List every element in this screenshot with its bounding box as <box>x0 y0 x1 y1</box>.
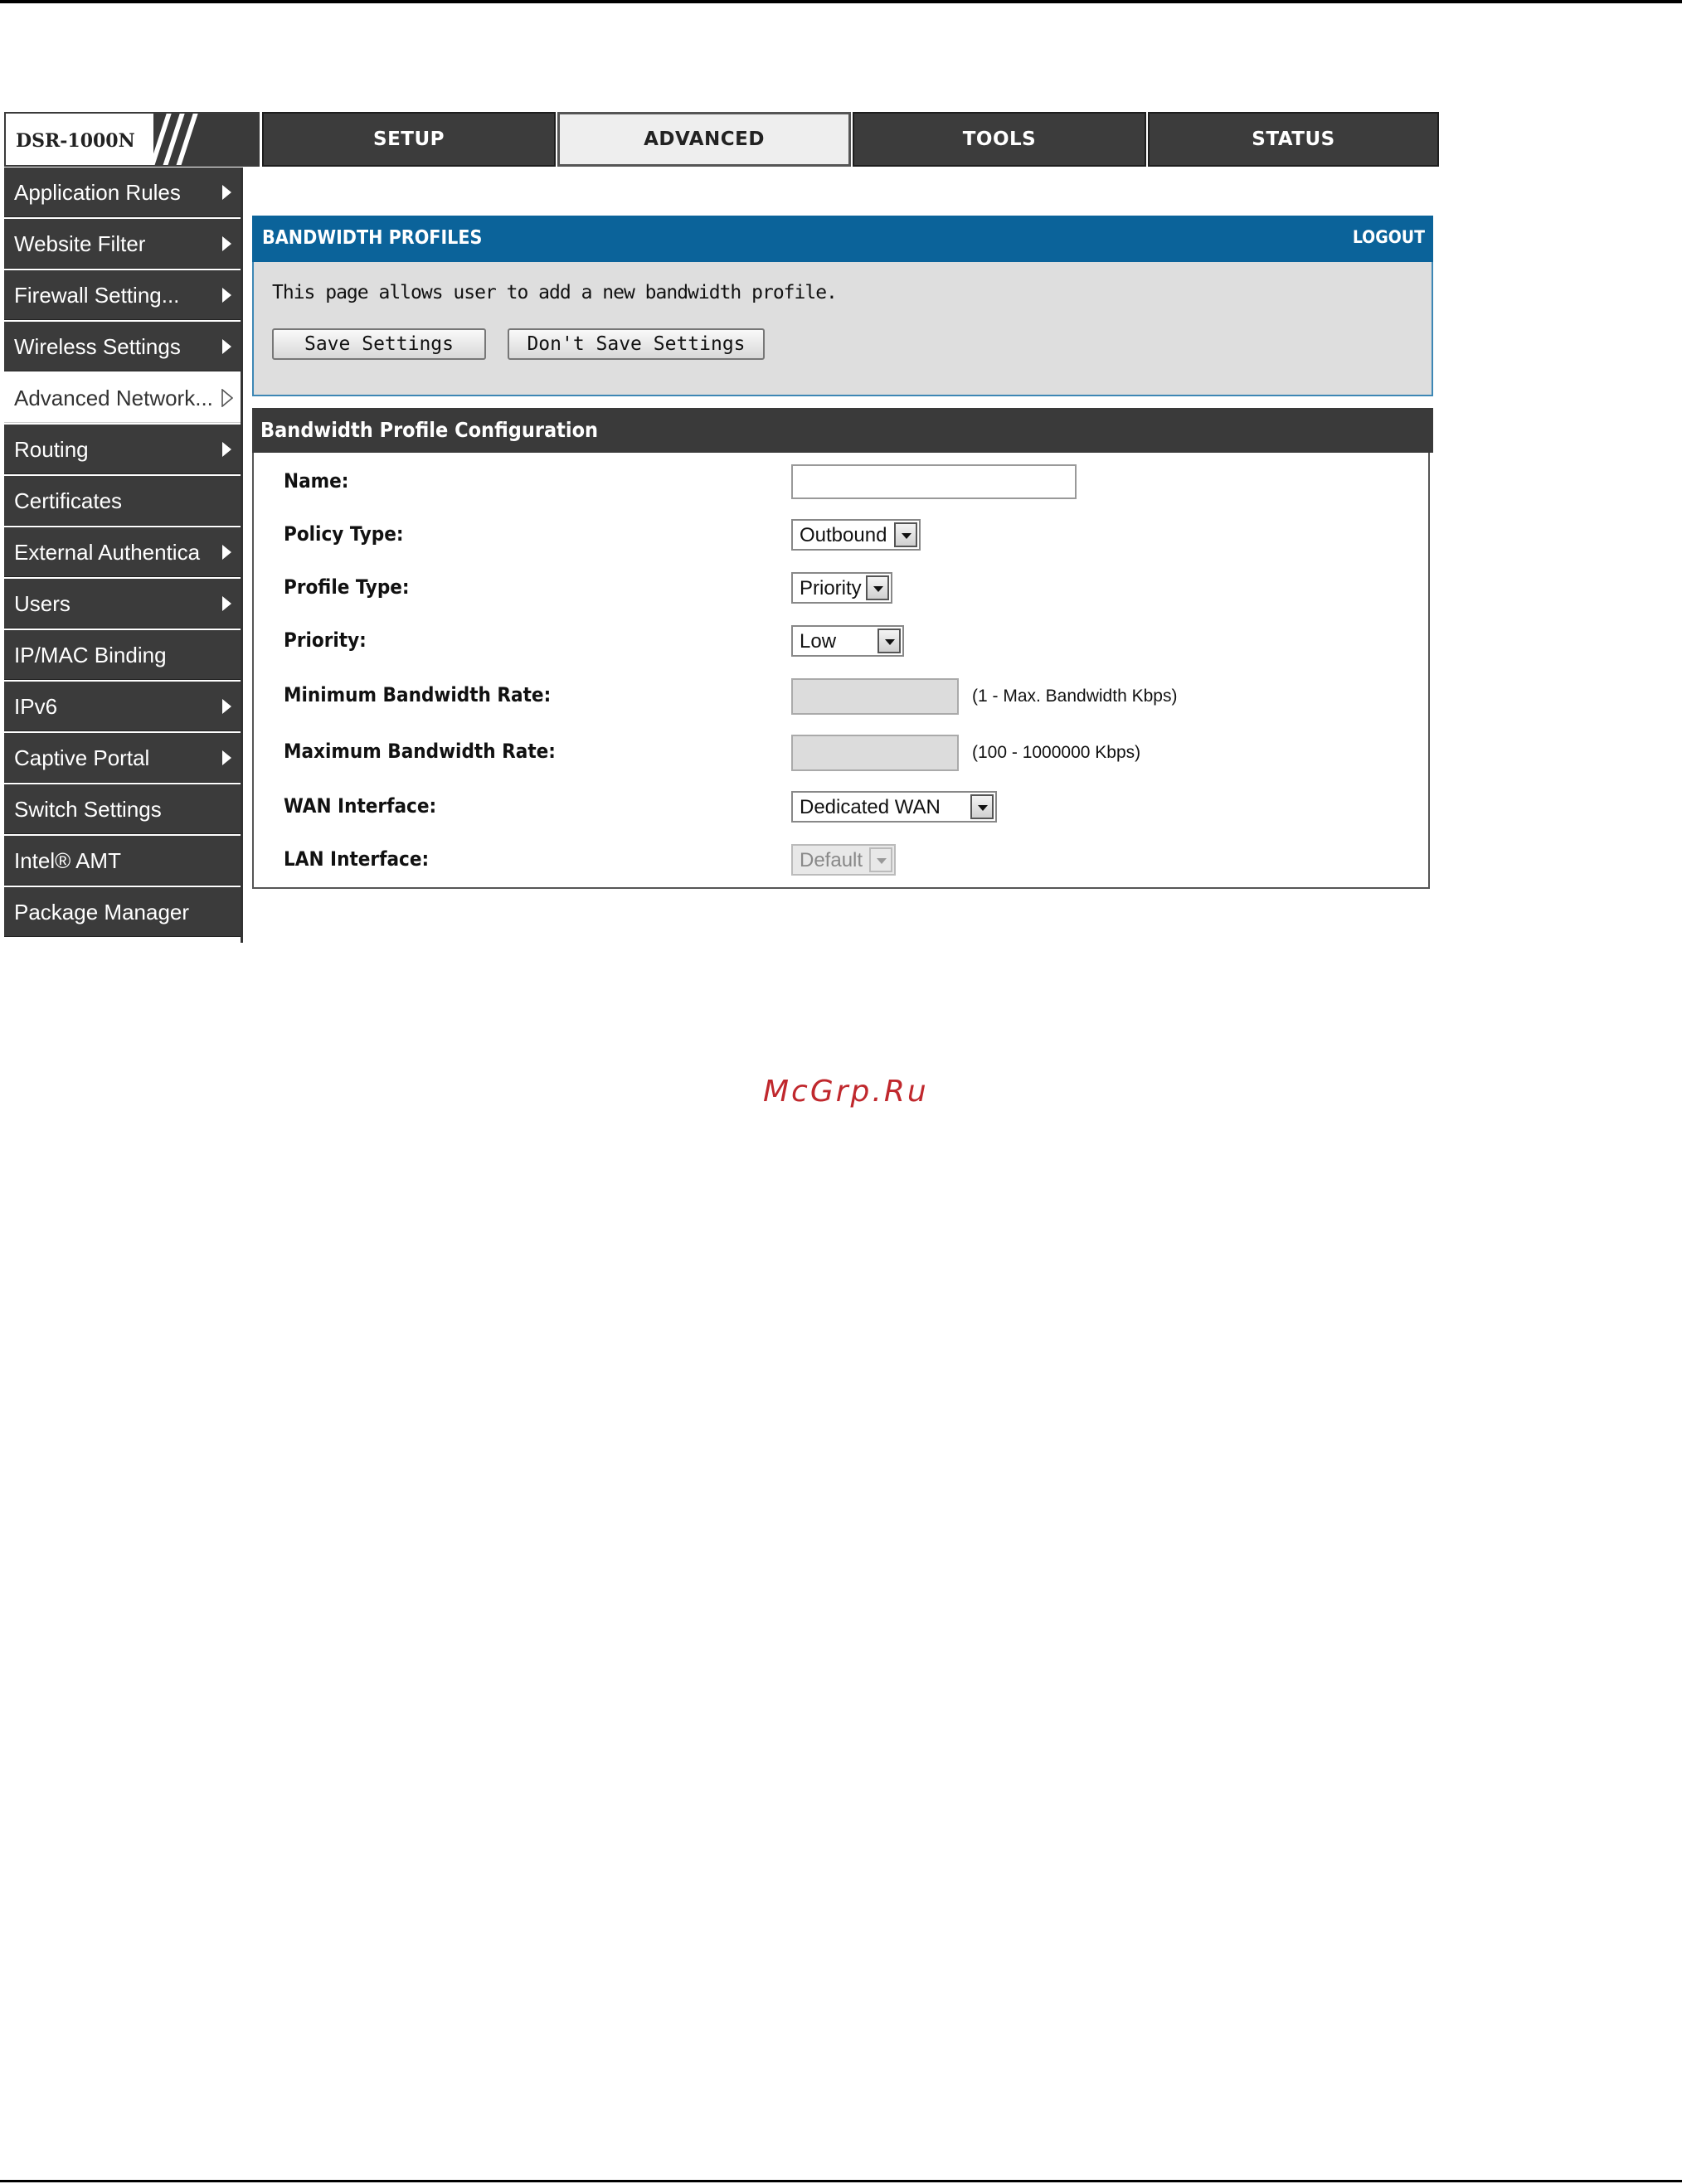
chevron-right-icon <box>222 596 231 611</box>
sidebar-item-label: Wireless Settings <box>14 334 181 359</box>
sidebar-item-label: IPv6 <box>14 694 58 719</box>
lan-interface-value: Default <box>800 849 863 871</box>
min-bandwidth-input[interactable] <box>791 678 959 715</box>
top-header: DSR-1000N SETUP ADVANCED TOOLS STATUS <box>4 112 1439 167</box>
sidebar-item-label: Intel® AMT <box>14 848 121 873</box>
sidebar-item-label: Advanced Network... <box>14 386 213 410</box>
max-bandwidth-input[interactable] <box>791 735 959 771</box>
panel-body: This page allows user to add a new bandw… <box>252 262 1433 396</box>
policy-type-label: Policy Type: <box>284 522 404 546</box>
page-description: This page allows user to add a new bandw… <box>272 282 838 303</box>
chevron-right-outline-icon <box>221 389 233 407</box>
sidebar-item-label: Routing <box>14 437 89 462</box>
profile-type-select[interactable]: Priority <box>791 572 892 604</box>
sidebar-item-label: Certificates <box>14 488 123 513</box>
chevron-down-icon[interactable] <box>970 794 994 819</box>
priority-value: Low <box>800 630 837 653</box>
policy-type-value: Outbound <box>800 524 887 546</box>
sidebar-menu: Application Rules Website Filter Firewal… <box>4 167 241 939</box>
sidebar-item-label: Website Filter <box>14 231 146 256</box>
sidebar-item-certificates[interactable]: Certificates <box>4 476 241 526</box>
sidebar-item-label: Package Manager <box>14 900 190 925</box>
chevron-right-icon <box>222 185 231 200</box>
config-form: Name: Policy Type: Outbound Profile Type… <box>252 453 1430 889</box>
chevron-right-icon <box>222 442 231 457</box>
chevron-right-icon <box>222 339 231 354</box>
chevron-right-icon <box>222 236 231 251</box>
max-bandwidth-label: Maximum Bandwidth Rate: <box>284 740 556 763</box>
sidebar-item-users[interactable]: Users <box>4 579 241 629</box>
sidebar-item-label: Users <box>14 591 70 616</box>
sidebar-item-wireless-settings[interactable]: Wireless Settings <box>4 322 241 371</box>
sidebar-item-label: IP/MAC Binding <box>14 643 167 667</box>
lan-interface-select: Default <box>791 844 896 876</box>
sidebar-item-switch-settings[interactable]: Switch Settings <box>4 784 241 834</box>
sidebar-item-label: Application Rules <box>14 180 181 205</box>
logo-stripes <box>146 114 258 165</box>
model-name: DSR-1000N <box>16 130 135 152</box>
profile-type-value: Priority <box>800 577 862 599</box>
sidebar-item-external-authentication[interactable]: External Authentica <box>4 527 241 577</box>
policy-type-select[interactable]: Outbound <box>791 519 921 551</box>
profile-type-label: Profile Type: <box>284 575 410 599</box>
sidebar-item-advanced-network[interactable]: Advanced Network... <box>4 373 241 423</box>
min-bandwidth-label: Minimum Bandwidth Rate: <box>284 683 552 706</box>
logout-link[interactable]: LOGOUT <box>1353 227 1425 247</box>
sidebar-item-package-manager[interactable]: Package Manager <box>4 887 241 937</box>
config-section-header: Bandwidth Profile Configuration <box>252 408 1433 453</box>
sidebar-item-intel-amt[interactable]: Intel® AMT <box>4 836 241 886</box>
chevron-down-icon[interactable] <box>877 629 901 653</box>
sidebar-item-label: External Authentica <box>14 540 201 565</box>
sidebar-item-ip-mac-binding[interactable]: IP/MAC Binding <box>4 630 241 680</box>
chevron-down-icon[interactable] <box>894 522 917 547</box>
chevron-down-icon <box>869 847 892 872</box>
sidebar-item-label: Captive Portal <box>14 745 150 770</box>
sidebar-item-website-filter[interactable]: Website Filter <box>4 219 241 269</box>
sidebar-item-application-rules[interactable]: Application Rules <box>4 167 241 217</box>
wan-interface-select[interactable]: Dedicated WAN <box>791 791 997 823</box>
sidebar-item-label: Firewall Setting... <box>14 283 180 308</box>
sidebar-item-ipv6[interactable]: IPv6 <box>4 682 241 731</box>
lan-interface-label: LAN Interface: <box>284 847 430 871</box>
save-settings-button[interactable]: Save Settings <box>272 328 486 360</box>
tab-tools[interactable]: TOOLS <box>853 112 1146 167</box>
page-bottom-rule <box>0 2180 1682 2182</box>
dont-save-settings-button[interactable]: Don't Save Settings <box>508 328 765 360</box>
chevron-down-icon[interactable] <box>866 575 889 600</box>
max-bandwidth-hint: (100 - 1000000 Kbps) <box>972 743 1141 762</box>
name-label: Name: <box>284 469 349 493</box>
chevron-right-icon <box>222 288 231 303</box>
sidebar-divider <box>241 167 243 943</box>
sidebar-item-label: Switch Settings <box>14 797 162 822</box>
chevron-right-icon <box>222 699 231 714</box>
tab-status[interactable]: STATUS <box>1148 112 1439 167</box>
page-title: BANDWIDTH PROFILES <box>262 227 483 249</box>
name-input[interactable] <box>791 464 1077 499</box>
logo-slash-3 <box>173 114 199 165</box>
sidebar-item-captive-portal[interactable]: Captive Portal <box>4 733 241 783</box>
config-section-title: Bandwidth Profile Configuration <box>260 418 599 442</box>
sidebar-item-firewall-settings[interactable]: Firewall Setting... <box>4 270 241 320</box>
tab-setup[interactable]: SETUP <box>262 112 556 167</box>
min-bandwidth-hint: (1 - Max. Bandwidth Kbps) <box>972 687 1178 706</box>
chevron-right-icon <box>222 750 231 765</box>
page-top-rule <box>0 0 1682 3</box>
wan-interface-label: WAN Interface: <box>284 794 437 818</box>
priority-label: Priority: <box>284 629 367 652</box>
chevron-right-icon <box>222 545 231 560</box>
tab-advanced[interactable]: ADVANCED <box>557 112 851 167</box>
device-logo: DSR-1000N <box>4 112 260 167</box>
sidebar-item-routing[interactable]: Routing <box>4 425 241 474</box>
wan-interface-value: Dedicated WAN <box>800 796 941 818</box>
priority-select[interactable]: Low <box>791 625 904 657</box>
panel-header: BANDWIDTH PROFILES LOGOUT <box>252 216 1433 262</box>
watermark-text: McGrp.Ru <box>763 1075 929 1109</box>
